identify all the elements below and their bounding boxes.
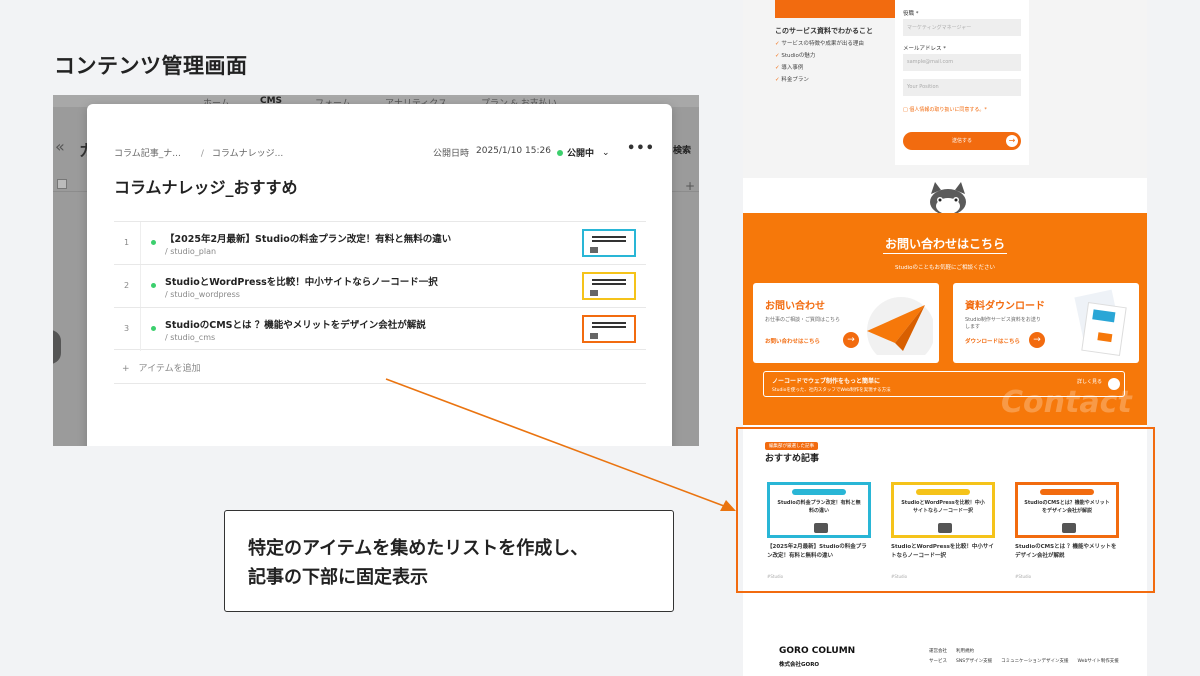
- chevron-down-icon: ⌄: [602, 147, 610, 158]
- status-dot-icon: [151, 326, 156, 331]
- status-label: 公開中: [567, 149, 595, 159]
- item-thumbnail: [582, 272, 636, 300]
- contact-card-link[interactable]: お問い合わせはこちら: [765, 337, 820, 345]
- contact-watermark: Contact: [1001, 385, 1132, 420]
- download-card[interactable]: 資料ダウンロード Studio制作サービス資料をお送りします ダウンロードはこち…: [953, 283, 1139, 363]
- footer-service-links[interactable]: サービス SNSデザイン支援 コミュニケーションデザイン支援 Webサイト制作支…: [929, 658, 1119, 664]
- breadcrumb-item[interactable]: コラムナレッジ...: [212, 149, 283, 159]
- cms-screenshot: ホーム CMS フォーム アナリティクス プラン & お支払い « カ 検索 +…: [53, 95, 699, 446]
- form-left-list: サービスの特徴や成果が出る理由 Studioの魅力 導入事例 料金プラン: [775, 38, 864, 86]
- form-card: 役職 * マーケティングマネージャー メールアドレス * sample@mail…: [895, 0, 1029, 165]
- bg-checkbox[interactable]: [57, 179, 67, 189]
- item-title: StudioとWordPressを比較！中小サイトならノーコード一択: [165, 277, 438, 288]
- contact-card-title: お問い合わせ: [765, 301, 825, 312]
- cat-mascot-icon: [923, 182, 973, 215]
- email-field[interactable]: sample@mail.com: [903, 54, 1021, 71]
- status-dot-icon: [557, 149, 563, 156]
- contact-card[interactable]: お問い合わせ お仕事のご相談・ご質問はこちら お問い合わせはこちら →: [753, 283, 939, 363]
- list-item: サービスの特徴や成果が出る理由: [775, 38, 864, 50]
- form-section: このサービス資料でわかること サービスの特徴や成果が出る理由 Studioの魅力…: [743, 0, 1147, 178]
- arrow-right-icon[interactable]: →: [843, 332, 859, 348]
- contact-title: お問い合わせはこちら: [884, 237, 1005, 251]
- download-card-desc: Studio制作サービス資料をお送りします: [965, 317, 1041, 330]
- page-title: コラムナレッジ_おすすめ: [114, 178, 298, 197]
- item-list: 1 【2025年2月最新】Studioの料金プラン改定！有料と無料の違い / s…: [114, 221, 646, 351]
- agree-checkbox[interactable]: □ 個人情報の取り扱いに同意する。*: [903, 106, 987, 113]
- section-title: コンテンツ管理画面: [54, 54, 248, 78]
- callout-box: 特定のアイテムを集めたリストを作成し、 記事の下部に固定表示: [224, 510, 674, 612]
- item-slug: / studio_plan: [165, 247, 217, 256]
- email-label: メールアドレス *: [903, 46, 946, 52]
- bg-search-label[interactable]: 検索: [673, 143, 691, 156]
- item-title: StudioのCMSとは ？機能やメリットをデザイン会社が解説: [165, 320, 426, 331]
- cat-icon: [590, 247, 598, 253]
- nocode-subtitle: Studioを使った、社内スタッフでWeb制作を実現する方法: [772, 388, 891, 393]
- publish-date[interactable]: 2025/1/10 15:26: [476, 146, 551, 156]
- paper-plane-icon: [867, 297, 933, 355]
- row-number: 2: [124, 281, 130, 290]
- contact-section: お問い合わせはこちら Studioのこともお気軽にご相談ください お問い合わせ …: [743, 213, 1147, 425]
- footer-links[interactable]: 運営会社 利用規約: [929, 648, 974, 654]
- cat-icon: [590, 290, 598, 296]
- download-card-title: 資料ダウンロード: [965, 301, 1045, 312]
- contact-card-desc: お仕事のご相談・ご質問はこちら: [765, 317, 841, 323]
- item-slug: / studio_cms: [165, 333, 216, 342]
- arrow-right-icon[interactable]: →: [1029, 332, 1045, 348]
- cat-icon: [590, 333, 598, 339]
- status-dot-icon: [151, 240, 156, 245]
- callout-text: 特定のアイテムを集めたリストを作成し、 記事の下部に固定表示: [248, 534, 588, 592]
- documents-icon: [1074, 289, 1127, 356]
- status-dot-icon: [151, 283, 156, 288]
- breadcrumb: コラム記事_ナ... / コラムナレッジ...: [114, 146, 283, 159]
- contact-subtitle: Studioのこともお気軽にご相談ください: [895, 265, 995, 271]
- row-number: 3: [124, 324, 130, 333]
- nocode-title: ノーコードでウェブ制作をもっと簡単に: [772, 378, 881, 385]
- title-underline: [883, 253, 1007, 254]
- callout-line-1: 特定のアイテムを集めたリストを作成し、: [248, 538, 589, 559]
- breadcrumb-collection[interactable]: コラム記事_ナ...: [114, 149, 181, 159]
- recommended-highlight-frame: [736, 427, 1155, 593]
- list-item: 導入事例: [775, 62, 864, 74]
- footer-brand[interactable]: GORO COLUMN: [779, 646, 855, 656]
- bg-scroll-handle[interactable]: [53, 330, 61, 364]
- submit-button[interactable]: 送信する →: [903, 132, 1021, 150]
- publish-label: 公開日時: [433, 149, 470, 159]
- list-item[interactable]: 2 StudioとWordPressを比較！中小サイトならノーコード一択 / s…: [114, 264, 646, 308]
- item-title: 【2025年2月最新】Studioの料金プラン改定！有料と無料の違い: [165, 234, 452, 245]
- list-item[interactable]: 3 StudioのCMSとは ？機能やメリットをデザイン会社が解説 / stud…: [114, 307, 646, 351]
- row-divider: [140, 308, 141, 351]
- submit-label: 送信する: [951, 138, 972, 144]
- list-item[interactable]: 1 【2025年2月最新】Studioの料金プラン改定！有料と無料の違い / s…: [114, 221, 646, 265]
- form-left-banner: [775, 0, 895, 18]
- site-footer: GORO COLUMN 株式会社GORO 運営会社 利用規約 サービス SNSデ…: [743, 618, 1147, 676]
- item-slug: / studio_wordpress: [165, 290, 240, 299]
- role-field[interactable]: マーケティングマネージャー: [903, 19, 1021, 36]
- arrow-right-icon: →: [1006, 135, 1018, 147]
- callout-line-2: 記事の下部に固定表示: [248, 567, 428, 588]
- download-card-link[interactable]: ダウンロードはこちら: [965, 337, 1020, 345]
- collapse-icon[interactable]: «: [55, 137, 65, 156]
- breadcrumb-separator: /: [200, 149, 204, 159]
- nocode-button-label[interactable]: 詳しく見る: [1077, 378, 1102, 385]
- more-options-icon[interactable]: •••: [627, 141, 655, 156]
- footer-company: 株式会社GORO: [779, 662, 820, 668]
- form-left-title: このサービス資料でわかること: [775, 27, 873, 35]
- item-detail-panel: コラム記事_ナ... / コラムナレッジ... 公開日時 2025/1/10 15:…: [87, 104, 672, 446]
- list-item: Studioの魅力: [775, 50, 864, 62]
- row-number: 1: [124, 238, 130, 247]
- extra-field[interactable]: Your Position: [903, 79, 1021, 96]
- list-item: 料金プラン: [775, 74, 864, 86]
- item-thumbnail: [582, 315, 636, 343]
- add-item-button[interactable]: + アイテムを追加: [114, 354, 646, 384]
- row-divider: [140, 222, 141, 265]
- item-thumbnail: [582, 229, 636, 257]
- role-label: 役職 *: [903, 11, 919, 17]
- row-divider: [140, 265, 141, 308]
- status-dropdown[interactable]: 公開中 ⌄: [557, 146, 610, 159]
